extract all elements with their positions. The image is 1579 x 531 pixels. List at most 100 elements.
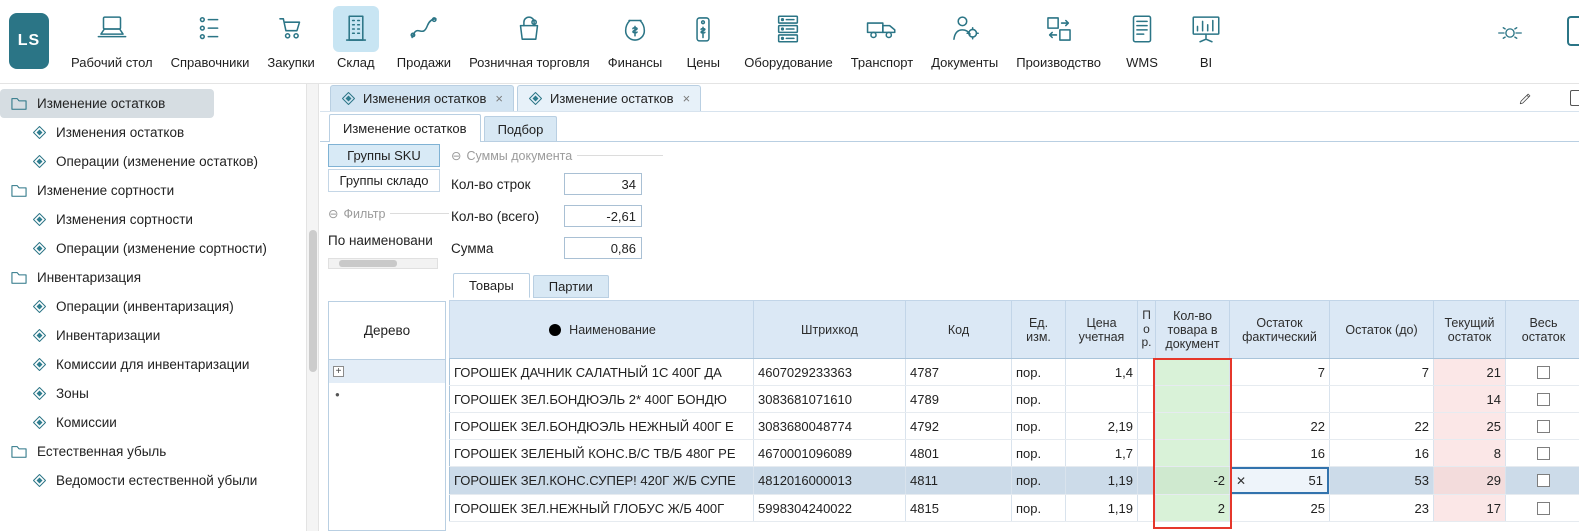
sidebar-item-komissii[interactable]: Комиссии xyxy=(0,408,306,437)
cell-qty-doc[interactable] xyxy=(1156,386,1230,413)
cell-price[interactable]: 2,19 xyxy=(1066,413,1138,440)
cell-stock-before[interactable]: 22 xyxy=(1330,413,1434,440)
cell-barcode[interactable]: 4670001096089 xyxy=(754,440,906,467)
tree-node-row[interactable]: ● xyxy=(329,383,445,406)
sidebar-item-operacii-izmenenie-ostatkov[interactable]: Операции (изменение остатков) xyxy=(0,147,306,176)
row-checkbox[interactable] xyxy=(1537,502,1550,515)
app-logo[interactable]: LS xyxy=(9,13,49,69)
cell-price[interactable]: 1,7 xyxy=(1066,440,1138,467)
rows-count-input[interactable]: 34 xyxy=(564,173,642,195)
sidebar-item-inventarizacii[interactable]: Инвентаризации xyxy=(0,321,306,350)
cell-stock-fact[interactable] xyxy=(1230,386,1330,413)
tab-podbor[interactable]: Подбор xyxy=(484,116,558,141)
cell-qty-doc[interactable]: 2 xyxy=(1156,495,1230,522)
table-row[interactable]: ГОРОШЕК ЗЕЛ.НЕЖНЫЙ ГЛОБУС Ж/Б 400Г 59983… xyxy=(450,495,1579,522)
cell-code[interactable]: 4801 xyxy=(906,440,1012,467)
column-header-stock-fact[interactable]: Остаток фактический xyxy=(1230,301,1330,359)
cell-barcode[interactable]: 3083681071610 xyxy=(754,386,906,413)
cell-code[interactable]: 4792 xyxy=(906,413,1012,440)
sum-input[interactable]: 0,86 xyxy=(564,237,642,259)
cell-name[interactable]: ГОРОШЕК ЗЕЛ.НЕЖНЫЙ ГЛОБУС Ж/Б 400Г xyxy=(450,495,754,522)
table-row[interactable]: ГОРОШЕК ДАЧНИК САЛАТНЫЙ 1С 400Г ДА 46070… xyxy=(450,359,1579,386)
sidebar-item-operacii-inventarizaciya[interactable]: Операции (инвентаризация) xyxy=(0,292,306,321)
column-header-barcode[interactable]: Штрихкод xyxy=(754,301,906,359)
column-header-name[interactable]: Наименование xyxy=(450,301,754,359)
toolbar-item-documents[interactable]: Документы xyxy=(922,3,1007,73)
cell-name[interactable]: ГОРОШЕК ДАЧНИК САЛАТНЫЙ 1С 400Г ДА xyxy=(450,359,754,386)
cell-unit[interactable]: пор. xyxy=(1012,413,1066,440)
cell-price[interactable]: 1,19 xyxy=(1066,467,1138,495)
collapse-icon[interactable]: ⊖ xyxy=(328,206,338,221)
expand-plus-icon[interactable]: + xyxy=(333,366,344,377)
cell-price[interactable]: 1,4 xyxy=(1066,359,1138,386)
sidebar-item-izmenenie-sortnosti-folder[interactable]: Изменение сортности xyxy=(0,176,306,205)
tab-izmenenie-ostatkov[interactable]: Изменение остатков xyxy=(329,114,481,142)
toolbar-item-bi[interactable]: BI xyxy=(1174,3,1238,73)
column-header-stock-current[interactable]: Текущий остаток xyxy=(1434,301,1506,359)
cell-qty-doc[interactable] xyxy=(1156,359,1230,386)
total-qty-input[interactable]: -2,61 xyxy=(564,205,642,227)
cell-qty-doc[interactable] xyxy=(1156,413,1230,440)
edit-pencil-icon[interactable] xyxy=(1516,89,1535,108)
sidebar-item-komissii-dlya-inventarizacii[interactable]: Комиссии для инвентаризации xyxy=(0,350,306,379)
filter-scrollbar-thumb[interactable] xyxy=(339,260,397,267)
sidebar-item-estestvennaya-ubyl-folder[interactable]: Естественная убыль xyxy=(0,437,306,466)
cell-barcode[interactable]: 5998304240022 xyxy=(754,495,906,522)
sidebar-scrollbar-thumb[interactable] xyxy=(309,230,317,372)
column-header-all-stock[interactable]: Весь остаток xyxy=(1506,301,1579,359)
cell-name[interactable]: ГОРОШЕК ЗЕЛ.БОНДЮЭЛЬ 2* 400Г БОНДЮ xyxy=(450,386,754,413)
cell-por[interactable] xyxy=(1138,359,1156,386)
cell-code[interactable]: 4811 xyxy=(906,467,1012,495)
toolbar-item-transport[interactable]: Транспорт xyxy=(842,3,923,73)
close-icon[interactable]: × xyxy=(683,91,691,106)
row-checkbox[interactable] xyxy=(1537,366,1550,379)
cell-name[interactable]: ГОРОШЕК ЗЕЛ.БОНДЮЭЛЬ НЕЖНЫЙ 400Г Е xyxy=(450,413,754,440)
column-header-code[interactable]: Код xyxy=(906,301,1012,359)
cell-stock-current[interactable]: 17 xyxy=(1434,495,1506,522)
tree-root-row[interactable]: + xyxy=(329,360,445,383)
cell-code[interactable]: 4789 xyxy=(906,386,1012,413)
cell-stock-fact-editing[interactable]: ✕ 51 xyxy=(1230,467,1330,495)
sidebar-item-izmenenie-ostatkov-folder[interactable]: Изменение остатков xyxy=(0,89,214,118)
toolbar-item-purchases[interactable]: Закупки xyxy=(258,3,323,73)
column-header-price[interactable]: Цена учетная xyxy=(1066,301,1138,359)
cell-stock-fact[interactable]: 22 xyxy=(1230,413,1330,440)
cell-unit[interactable]: пор. xyxy=(1012,440,1066,467)
cell-stock-before[interactable] xyxy=(1330,386,1434,413)
cell-por[interactable] xyxy=(1138,495,1156,522)
cell-unit[interactable]: пор. xyxy=(1012,495,1066,522)
cell-por[interactable] xyxy=(1138,467,1156,495)
toolbar-item-desktop[interactable]: Рабочий стол xyxy=(62,3,162,73)
groups-warehouse-button[interactable]: Группы складо xyxy=(328,169,440,192)
toolbar-item-production[interactable]: Производство xyxy=(1007,3,1110,73)
doc-tab-izmeneniya-ostatkov[interactable]: Изменения остатков × xyxy=(330,85,514,111)
cell-qty-doc[interactable] xyxy=(1156,440,1230,467)
sidebar-item-izmeneniya-ostatkov[interactable]: Изменения остатков xyxy=(0,118,306,147)
tab-tovary[interactable]: Товары xyxy=(453,273,530,298)
brightness-settings-icon[interactable] xyxy=(1495,18,1525,48)
cell-unit[interactable]: пор. xyxy=(1012,359,1066,386)
cell-unit[interactable]: пор. xyxy=(1012,386,1066,413)
cell-name[interactable]: ГОРОШЕК ЗЕЛ.КОНС.СУПЕР! 420Г Ж/Б СУПЕ xyxy=(450,467,754,495)
column-header-unit[interactable]: Ед. изм. xyxy=(1012,301,1066,359)
sidebar-item-izmeneniya-sortnosti[interactable]: Изменения сортности xyxy=(0,205,306,234)
cell-stock-before[interactable]: 23 xyxy=(1330,495,1434,522)
clear-value-icon[interactable]: ✕ xyxy=(1236,474,1246,488)
doc-tab-izmenenie-ostatkov[interactable]: Изменение остатков × xyxy=(517,85,701,111)
cell-stock-before[interactable]: 16 xyxy=(1330,440,1434,467)
cell-por[interactable] xyxy=(1138,386,1156,413)
cell-stock-current[interactable]: 29 xyxy=(1434,467,1506,495)
toolbar-item-prices[interactable]: Цены xyxy=(671,3,735,73)
groups-sku-button[interactable]: Группы SKU xyxy=(328,144,440,167)
cell-stock-current[interactable]: 14 xyxy=(1434,386,1506,413)
cell-stock-fact[interactable]: 16 xyxy=(1230,440,1330,467)
cell-por[interactable] xyxy=(1138,413,1156,440)
cell-stock-current[interactable]: 25 xyxy=(1434,413,1506,440)
table-row-selected[interactable]: ГОРОШЕК ЗЕЛ.КОНС.СУПЕР! 420Г Ж/Б СУПЕ 48… xyxy=(450,467,1579,495)
sidebar-scrollbar[interactable] xyxy=(306,84,319,531)
toolbar-item-finance[interactable]: Финансы xyxy=(599,3,672,73)
sort-ascending-icon[interactable] xyxy=(547,322,563,338)
tab-partii[interactable]: Партии xyxy=(533,275,609,298)
close-icon[interactable]: × xyxy=(495,91,503,106)
cell-code[interactable]: 4815 xyxy=(906,495,1012,522)
